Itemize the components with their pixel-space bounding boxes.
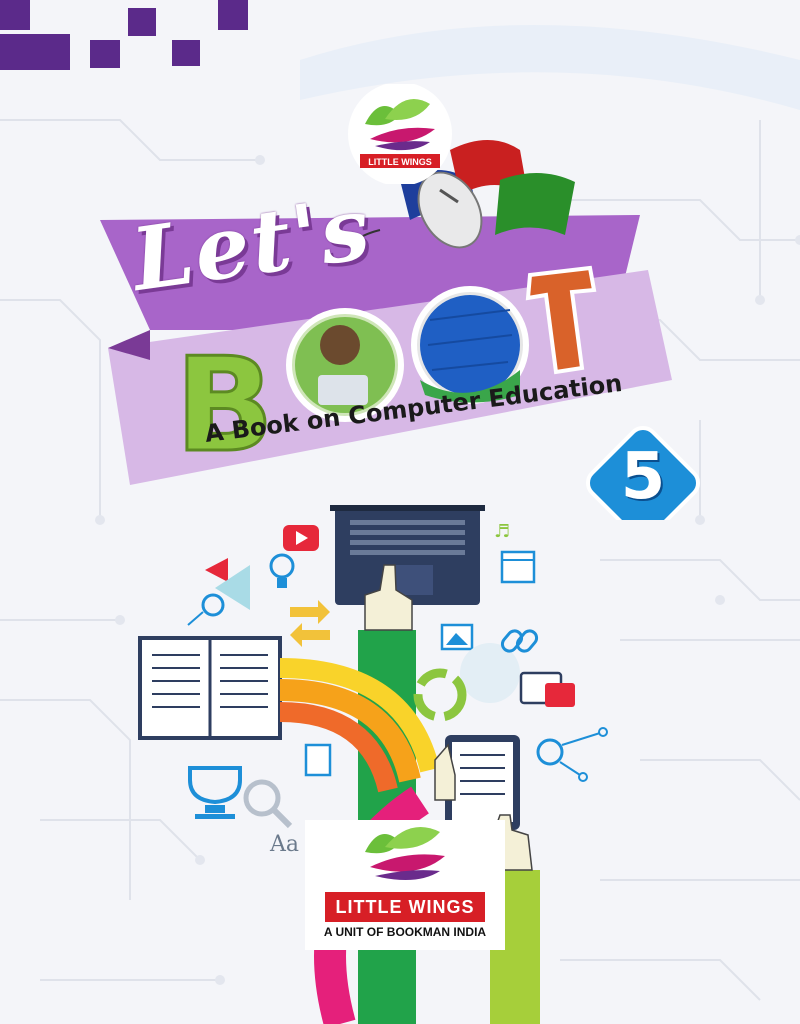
font-icon: Aa [270,832,300,857]
link-icon [500,629,539,653]
chat-icon [519,671,575,707]
magnifier-icon [243,779,293,829]
lightbulb-icon [269,553,295,588]
user-icon [187,593,225,626]
network-user-icon [536,727,608,782]
little-wings-logo: LITTLE WINGS [348,84,452,184]
laptop-icon [330,505,485,605]
svg-text:B: B [175,329,274,481]
trophy-icon [188,766,242,819]
music-note-icon: ♬ [494,521,510,542]
image-icon [440,623,474,651]
svg-text:♬: ♬ [494,521,510,542]
publisher-logo [365,827,445,880]
publisher-tagline: A UNIT OF BOOKMAN INDIA [323,925,487,939]
recycle-icon [413,668,467,722]
book-icon [138,636,282,740]
logo-text: LITTLE WINGS [368,157,432,167]
browser-window-icon [500,550,536,584]
triangle-icon [205,558,250,610]
publisher-name: LITTLE WINGS [325,892,485,922]
transfer-arrows-icon [290,600,330,647]
document-icon [304,743,332,777]
play-icon [283,525,319,551]
